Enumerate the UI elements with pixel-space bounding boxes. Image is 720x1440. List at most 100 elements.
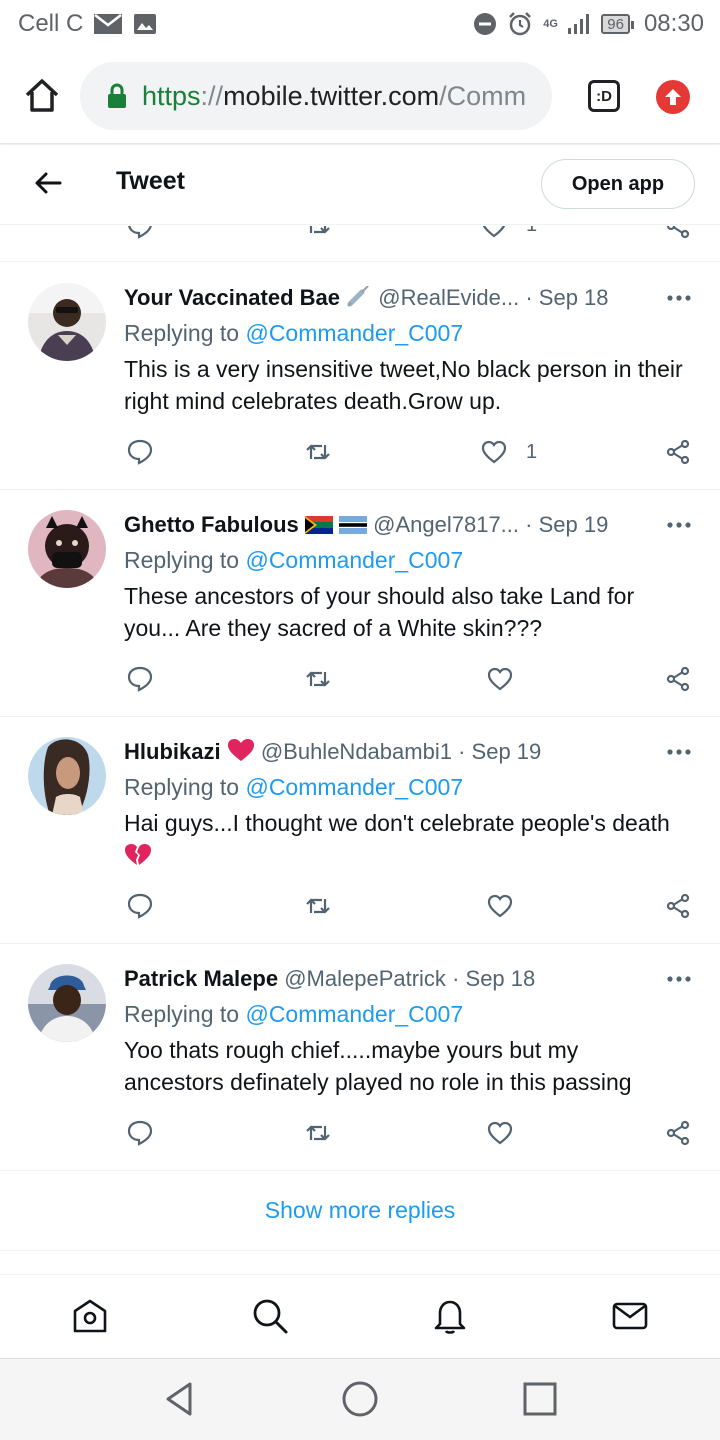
- like-button[interactable]: 1: [480, 437, 537, 467]
- tweet-text: Yoo thats rough chief.....maybe yours bu…: [124, 1037, 632, 1095]
- user-handle[interactable]: @MalepePatrick: [284, 966, 446, 991]
- bottom-navigation: [0, 1274, 720, 1358]
- tweet-date[interactable]: Sep 18: [466, 966, 536, 991]
- tweet-date[interactable]: Sep 18: [539, 285, 609, 310]
- avatar[interactable]: [28, 964, 106, 1042]
- reply-icon: [127, 893, 153, 919]
- browser-toolbar: https://mobile.twitter.com/Comm :D: [0, 48, 720, 144]
- reply-tweet[interactable]: Patrick Malepe @MalepePatrick · Sep 18 R…: [0, 944, 720, 1171]
- back-arrow-icon[interactable]: [32, 167, 64, 199]
- reply-button[interactable]: [126, 891, 154, 921]
- share-icon: [666, 666, 690, 692]
- share-button[interactable]: [664, 1118, 692, 1148]
- image-icon: [134, 14, 157, 34]
- reply-button[interactable]: [126, 1118, 154, 1148]
- mention-link[interactable]: @Commander_C007: [245, 1001, 463, 1027]
- tweet-text: This is a very insensitive tweet,No blac…: [124, 356, 683, 414]
- mention-link[interactable]: @Commander_C007: [245, 774, 463, 800]
- retweet-icon: [306, 1125, 330, 1141]
- reply-tweet[interactable]: Hlubikazi @BuhleNdabambi1 · Sep 19 Reply…: [0, 717, 720, 944]
- notifications-icon[interactable]: [431, 1297, 469, 1335]
- battery-level: 96: [607, 15, 624, 33]
- recents-square-icon[interactable]: [520, 1379, 560, 1419]
- reply-tweet[interactable]: Your Vaccinated Bae @RealEvide... · Sep …: [0, 263, 720, 490]
- separator-dot: ·: [458, 739, 466, 764]
- avatar[interactable]: [28, 510, 106, 588]
- mention-link[interactable]: @Commander_C007: [245, 547, 463, 573]
- replying-to-label: Replying to: [124, 547, 240, 573]
- retweet-button[interactable]: [304, 437, 332, 467]
- user-handle[interactable]: @Angel7817...: [373, 512, 519, 537]
- retweet-button[interactable]: [304, 1118, 332, 1148]
- open-app-button[interactable]: Open app: [541, 159, 695, 209]
- messages-icon[interactable]: [611, 1297, 649, 1335]
- more-options-icon[interactable]: [666, 739, 692, 765]
- like-button[interactable]: [486, 891, 514, 921]
- share-icon: [666, 893, 690, 919]
- display-name[interactable]: Hlubikazi: [124, 739, 221, 764]
- back-triangle-icon[interactable]: [160, 1379, 200, 1419]
- reply-button[interactable]: [126, 437, 154, 467]
- retweet-button[interactable]: [304, 891, 332, 921]
- tweet-actions: [0, 891, 720, 925]
- more-options-icon[interactable]: [666, 512, 692, 538]
- reply-button[interactable]: [126, 664, 154, 694]
- avatar[interactable]: [28, 283, 106, 361]
- tab-switcher-button[interactable]: :D: [588, 80, 620, 112]
- tweet-actions: [0, 1118, 720, 1152]
- home-icon[interactable]: [71, 1297, 109, 1335]
- share-button[interactable]: [664, 437, 692, 467]
- lock-icon: [108, 83, 126, 108]
- carrier-name: Cell C: [18, 10, 84, 37]
- search-icon[interactable]: [251, 1297, 289, 1335]
- tweet-header-line: Ghetto Fabulous @Angel7817... · Sep 19: [124, 510, 644, 540]
- like-button[interactable]: [486, 664, 514, 694]
- botswana-flag-icon: [339, 516, 368, 534]
- share-icon: [666, 1120, 690, 1146]
- alarm-icon: [509, 12, 532, 36]
- tweet-date[interactable]: Sep 19: [472, 739, 542, 764]
- like-button[interactable]: [486, 1118, 514, 1148]
- url-text: https://mobile.twitter.com/Comm: [142, 81, 526, 112]
- more-options-icon[interactable]: [666, 966, 692, 992]
- retweet-icon[interactable]: [304, 226, 332, 240]
- retweet-button[interactable]: [304, 664, 332, 694]
- share-button[interactable]: [664, 891, 692, 921]
- tweet-date[interactable]: Sep 19: [539, 512, 609, 537]
- mention-link[interactable]: @Commander_C007: [245, 320, 463, 346]
- more-options-icon[interactable]: [666, 285, 692, 311]
- update-button[interactable]: [656, 80, 690, 114]
- tweet-text: These ancestors of your should also take…: [124, 583, 635, 641]
- reply-icon: [127, 666, 153, 692]
- replies-feed[interactable]: 1 Your Vaccinated Bae @RealEvide... · Se…: [0, 226, 720, 1274]
- tweet-actions: 1: [0, 437, 720, 471]
- home-circle-icon[interactable]: [340, 1379, 380, 1419]
- browser-home-icon[interactable]: [22, 76, 62, 116]
- arrow-up-icon: [665, 89, 681, 105]
- user-handle[interactable]: @BuhleNdabambi1: [261, 739, 452, 764]
- tweet-text-container: Hai guys...I thought we don't celebrate …: [124, 807, 684, 871]
- avatar[interactable]: [28, 737, 106, 815]
- display-name[interactable]: Your Vaccinated Bae: [124, 285, 340, 310]
- share-button[interactable]: [664, 664, 692, 694]
- retweet-icon: [306, 898, 330, 914]
- network-type: 4G: [543, 17, 558, 30]
- separator-dot: ·: [525, 285, 533, 310]
- status-bar: Cell C 4G 96 08:30: [0, 0, 720, 48]
- address-bar[interactable]: https://mobile.twitter.com/Comm: [80, 62, 552, 130]
- reply-icon[interactable]: [126, 226, 154, 240]
- page-title: Tweet: [116, 167, 185, 195]
- reply-tweet[interactable]: Ghetto Fabulous @Angel7817... · Sep 19 R…: [0, 490, 720, 717]
- display-name[interactable]: Patrick Malepe: [124, 966, 278, 991]
- reply-icon: [127, 1120, 153, 1146]
- share-icon[interactable]: [664, 226, 692, 240]
- like-icon: [487, 667, 513, 691]
- like-icon: [481, 440, 507, 464]
- show-more-replies-button[interactable]: Show more replies: [0, 1171, 720, 1251]
- display-name[interactable]: Ghetto Fabulous: [124, 512, 299, 537]
- replying-to-line: Replying to @Commander_C007: [124, 998, 463, 1030]
- like-icon[interactable]: [480, 226, 508, 240]
- url-host: mobile.twitter.com: [223, 80, 440, 111]
- tweet-header-line: Your Vaccinated Bae @RealEvide... · Sep …: [124, 283, 644, 313]
- user-handle[interactable]: @RealEvide...: [378, 285, 519, 310]
